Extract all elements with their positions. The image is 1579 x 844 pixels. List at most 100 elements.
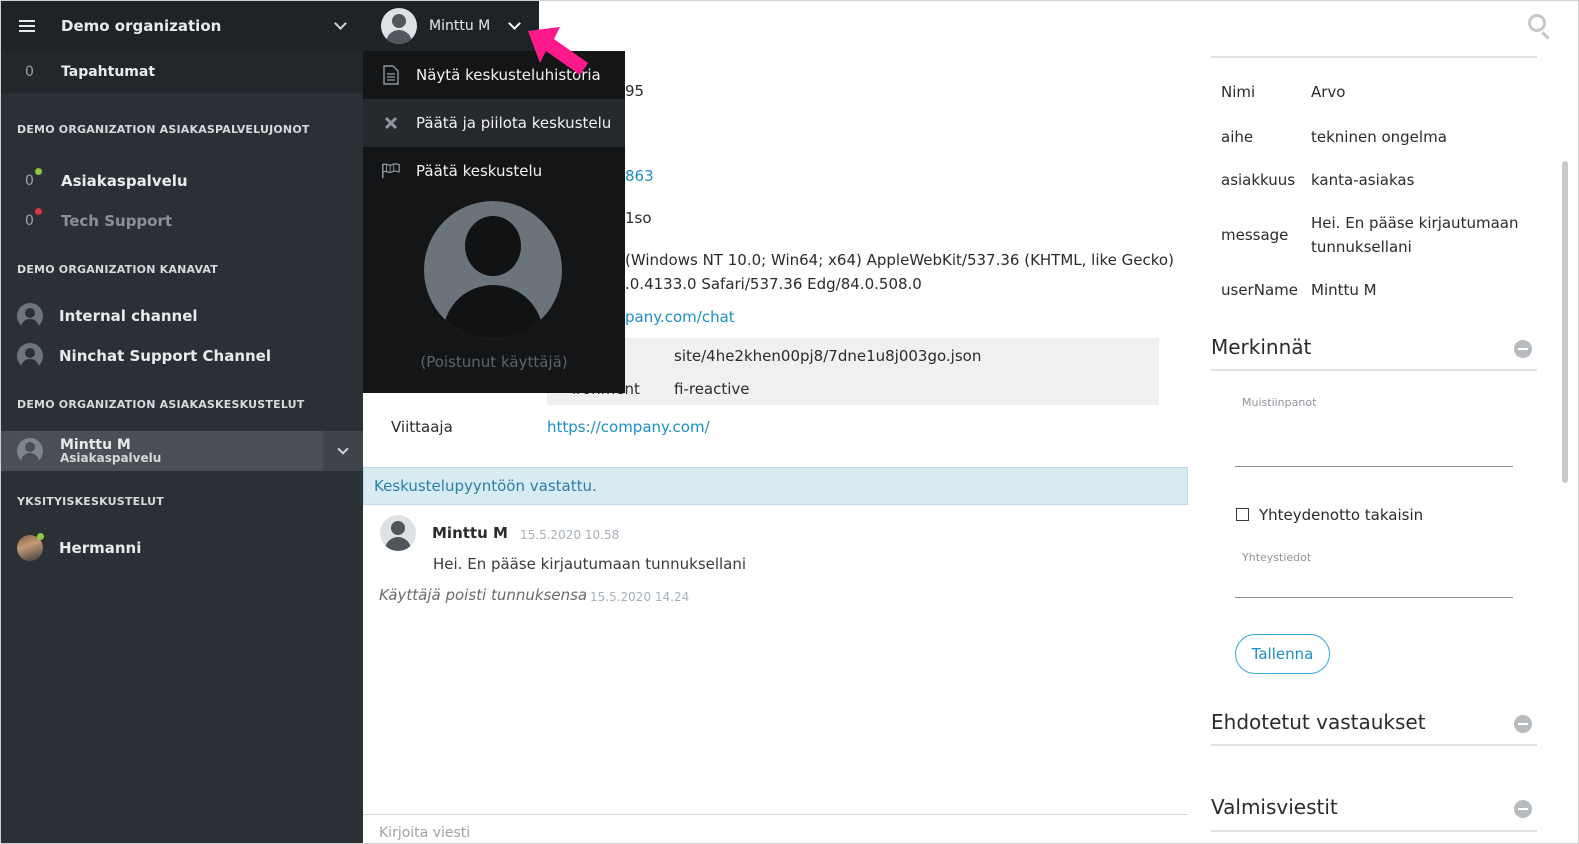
close-icon [381, 113, 401, 133]
menu-item-label: Päätä keskustelu [416, 162, 543, 180]
status-notice: Keskustelupyyntöön vastattu. [363, 467, 1188, 505]
app-window: Demo organization 0 Tapahtumat DEMO ORGA… [0, 0, 1579, 844]
sidebar-item-active-conversation[interactable]: Minttu M Asiakaspalvelu [1, 431, 363, 471]
menu-item-end-conversation[interactable]: Päätä keskustelu [363, 147, 625, 195]
org-name: Demo organization [61, 17, 222, 35]
info-value: 1so [625, 209, 652, 227]
menu-item-end-and-hide[interactable]: Päätä ja piilota keskustelu [363, 99, 625, 147]
status-dot [35, 168, 42, 175]
info-value: fi-reactive [674, 380, 750, 398]
detail-key: asiakkuus [1221, 171, 1296, 189]
collapse-icon[interactable] [1514, 800, 1532, 818]
chevron-down-icon [337, 443, 349, 455]
details-panel: Nimi Arvo aihe tekninen ongelma asiakkuu… [1199, 1, 1578, 843]
sidebar-item-label: Asiakaspalvelu [61, 172, 188, 190]
user-dropdown-menu: Näytä keskusteluhistoria Päätä ja piilot… [363, 51, 625, 393]
suggested-title: Ehdotetut vastaukset [1211, 710, 1426, 734]
sidebar-item-internal-channel[interactable]: Internal channel [1, 296, 363, 336]
chevron-down-icon[interactable] [508, 17, 521, 30]
sidebar-item-label: Tapahtumat [61, 64, 156, 80]
detail-key: userName [1221, 281, 1298, 299]
divider [1211, 830, 1537, 832]
referrer-link[interactable]: https://company.com/ [547, 418, 710, 436]
info-box: site/4he2khen00pj8/7dne1u8j003go.json ir… [547, 338, 1159, 405]
detail-value: Minttu M [1311, 281, 1377, 299]
scrollbar[interactable] [1562, 161, 1568, 483]
canned-title: Valmisviestit [1211, 795, 1338, 819]
sidebar-item-events[interactable]: 0 Tapahtumat [1, 51, 363, 93]
message-author: Minttu M [432, 524, 508, 542]
user-agent-line: (Windows NT 10.0; Win64; x64) AppleWebKi… [625, 251, 1174, 269]
detail-key: message [1221, 226, 1289, 244]
notes-title: Merkinnät [1211, 335, 1312, 359]
save-button[interactable]: Tallenna [1235, 634, 1330, 674]
menu-icon[interactable] [19, 20, 35, 32]
sidebar-item-ninchat-support[interactable]: Ninchat Support Channel [1, 336, 363, 376]
document-icon [381, 65, 401, 85]
avatar [17, 533, 44, 561]
section-title-queues: DEMO ORGANIZATION ASIAKASPALVELUJONOT [17, 123, 310, 136]
detail-value: kanta-asiakas [1311, 171, 1415, 189]
queue-count: 0 [25, 213, 34, 229]
left-user-label: (Poistunut käyttäjä) [420, 353, 568, 371]
avatar [17, 438, 43, 464]
message-composer[interactable]: Kirjoita viesti [363, 814, 1188, 843]
message-text: Hei. En pääse kirjautumaan tunnuksellani [433, 555, 747, 573]
divider [1211, 369, 1537, 371]
system-time: 15.5.2020 14.24 [590, 590, 690, 604]
event-count: 0 [25, 64, 34, 80]
info-link[interactable]: 863 [625, 167, 654, 185]
pointer-arrow-icon [528, 27, 588, 75]
sidebar-item-tech-support[interactable]: 0 Tech Support [1, 201, 363, 241]
avatar [424, 201, 562, 339]
conversation-expand-button[interactable] [323, 431, 363, 471]
collapse-icon[interactable] [1514, 340, 1532, 358]
section-title-channels: DEMO ORGANIZATION KANAVAT [17, 263, 218, 276]
message-time: 15.5.2020 10.58 [520, 528, 620, 542]
callback-checkbox[interactable] [1236, 508, 1249, 521]
avatar [380, 515, 416, 551]
status-dot [35, 208, 42, 215]
user-name: Minttu M [429, 18, 491, 34]
menu-item-label: Päätä ja piilota keskustelu [416, 114, 612, 132]
user-agent-line: .0.4133.0 Safari/537.36 Edg/84.0.508.0 [625, 275, 922, 293]
search-icon[interactable] [1528, 14, 1546, 32]
sidebar-item-hermanni[interactable]: Hermanni [1, 528, 363, 568]
divider [1211, 744, 1537, 746]
detail-key: Nimi [1221, 83, 1256, 101]
notes-label: Muistiinpanot [1242, 396, 1317, 409]
sidebar-item-label: Internal channel [59, 307, 198, 325]
divider [1211, 56, 1537, 58]
channel-icon [17, 343, 43, 369]
info-value: site/4he2khen00pj8/7dne1u8j003go.json [674, 347, 982, 365]
referrer-label: Viittaaja [391, 418, 453, 436]
avatar [381, 8, 417, 44]
sidebar-item-label: Hermanni [59, 539, 142, 557]
composer-placeholder: Kirjoita viesti [379, 825, 471, 841]
contact-field[interactable] [1235, 597, 1513, 598]
queue-count: 0 [25, 173, 34, 189]
info-link[interactable]: pany.com/chat [625, 308, 735, 326]
detail-value: Hei. En pääse kirjautumaan tunnuksellani [1311, 214, 1519, 256]
section-title-conversations: DEMO ORGANIZATION ASIAKASKESKUSTELUT [17, 398, 305, 411]
sidebar-item-asiakaspalvelu[interactable]: 0 Asiakaspalvelu [1, 161, 363, 201]
callback-label: Yhteydenotto takaisin [1259, 506, 1424, 524]
info-value: 95 [625, 82, 645, 100]
conversation-queue: Asiakaspalvelu [60, 450, 162, 465]
section-title-private: YKSITYISKESKUSTELUT [17, 495, 165, 508]
status-dot [37, 533, 44, 540]
notes-field[interactable] [1235, 466, 1513, 467]
channel-icon [17, 303, 43, 329]
detail-value: tekninen ongelma [1311, 128, 1447, 146]
system-message: Käyttäjä poisti tunnuksensa [379, 586, 588, 604]
chevron-down-icon[interactable] [334, 17, 347, 30]
org-header[interactable]: Demo organization [1, 1, 363, 51]
conversation-name: Minttu M [60, 436, 131, 453]
flag-icon [381, 161, 401, 181]
detail-value: Arvo [1311, 83, 1346, 101]
sidebar: Demo organization 0 Tapahtumat DEMO ORGA… [1, 1, 363, 843]
collapse-icon[interactable] [1514, 715, 1532, 733]
user-menu-toggle[interactable]: Minttu M [363, 1, 539, 51]
detail-key: aihe [1221, 128, 1254, 146]
contact-label: Yhteystiedot [1242, 551, 1312, 564]
